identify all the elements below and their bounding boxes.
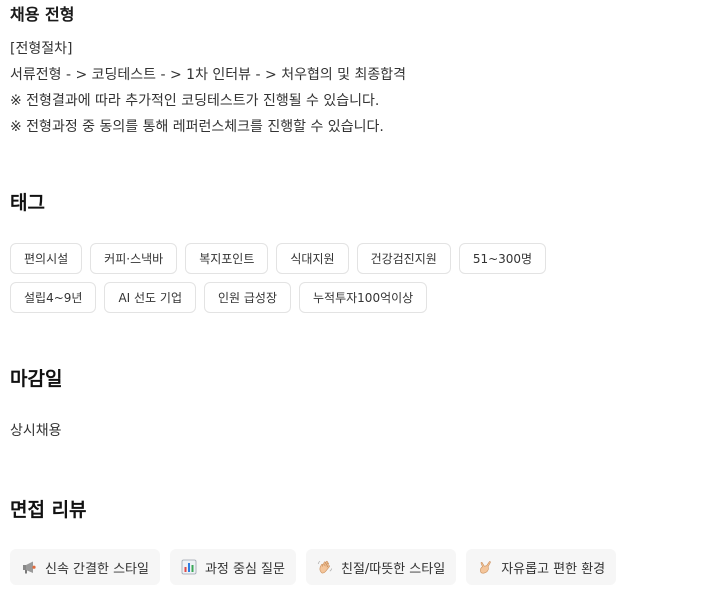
- review-chip-process[interactable]: 과정 중심 질문: [169, 549, 296, 585]
- tag-list: 편의시설 커피·스낵바 복지포인트 식대지원 건강검진지원 51~300명 설립…: [10, 243, 610, 313]
- tag-chip[interactable]: 설립4~9년: [10, 282, 97, 313]
- hiring-process-line: 서류전형 - > 코딩테스트 - > 1차 인터뷰 - > 처우협의 및 최종합…: [10, 67, 407, 83]
- tag-chip[interactable]: 51~300명: [458, 243, 547, 274]
- deadline-value: 상시채용: [10, 423, 62, 439]
- deadline-title: 마감일: [10, 368, 63, 390]
- review-chip-quick[interactable]: 신속 간결한 스타일: [10, 549, 160, 585]
- job-detail-page: 채용 전형 [전형절차] 서류전형 - > 코딩테스트 - > 1차 인터뷰 -…: [0, 0, 712, 593]
- tag-chip[interactable]: 건강검진지원: [356, 243, 451, 274]
- tag-chip[interactable]: AI 선도 기업: [104, 282, 196, 313]
- review-chip-label: 과정 중심 질문: [204, 561, 285, 577]
- bar-chart-icon: [181, 559, 197, 575]
- review-chip-kind[interactable]: 친절/따뜻한 스타일: [305, 549, 457, 585]
- tag-chip[interactable]: 인원 급성장: [204, 282, 292, 313]
- interview-review-title: 면접 리뷰: [10, 499, 87, 521]
- review-chip-label: 자유롭고 편한 환경: [501, 561, 606, 577]
- tag-chip[interactable]: 커피·스낵바: [90, 243, 178, 274]
- tag-chip[interactable]: 복지포인트: [185, 243, 269, 274]
- tag-chip[interactable]: 편의시설: [10, 243, 83, 274]
- interview-review-list: 신속 간결한 스타일 과정 중심 질문 친절/따뜻한 스타일 자유롭고 편한 환…: [10, 549, 617, 585]
- review-chip-label: 친절/따뜻한 스타일: [340, 561, 446, 577]
- megaphone-icon: [21, 559, 37, 575]
- hiring-process-title: 채용 전형: [10, 5, 75, 24]
- waving-hand-icon: [317, 559, 333, 575]
- hiring-process-line: ※ 전형과정 중 동의를 통해 레퍼런스체크를 진행할 수 있습니다.: [10, 119, 384, 135]
- review-chip-label: 신속 간결한 스타일: [45, 561, 149, 577]
- tag-chip[interactable]: 식대지원: [276, 243, 349, 274]
- review-chip-free[interactable]: 자유롭고 편한 환경: [466, 549, 617, 585]
- tags-title: 태그: [10, 192, 45, 214]
- hiring-process-line: ※ 전형결과에 따라 추가적인 코딩테스트가 진행될 수 있습니다.: [10, 93, 380, 109]
- hiring-process-line: [전형절차]: [10, 41, 73, 57]
- hiring-process-text: [전형절차] 서류전형 - > 코딩테스트 - > 1차 인터뷰 - > 처우협…: [10, 36, 406, 140]
- tag-chip[interactable]: 누적투자100억이상: [299, 282, 428, 313]
- call-me-hand-icon: [477, 559, 493, 575]
